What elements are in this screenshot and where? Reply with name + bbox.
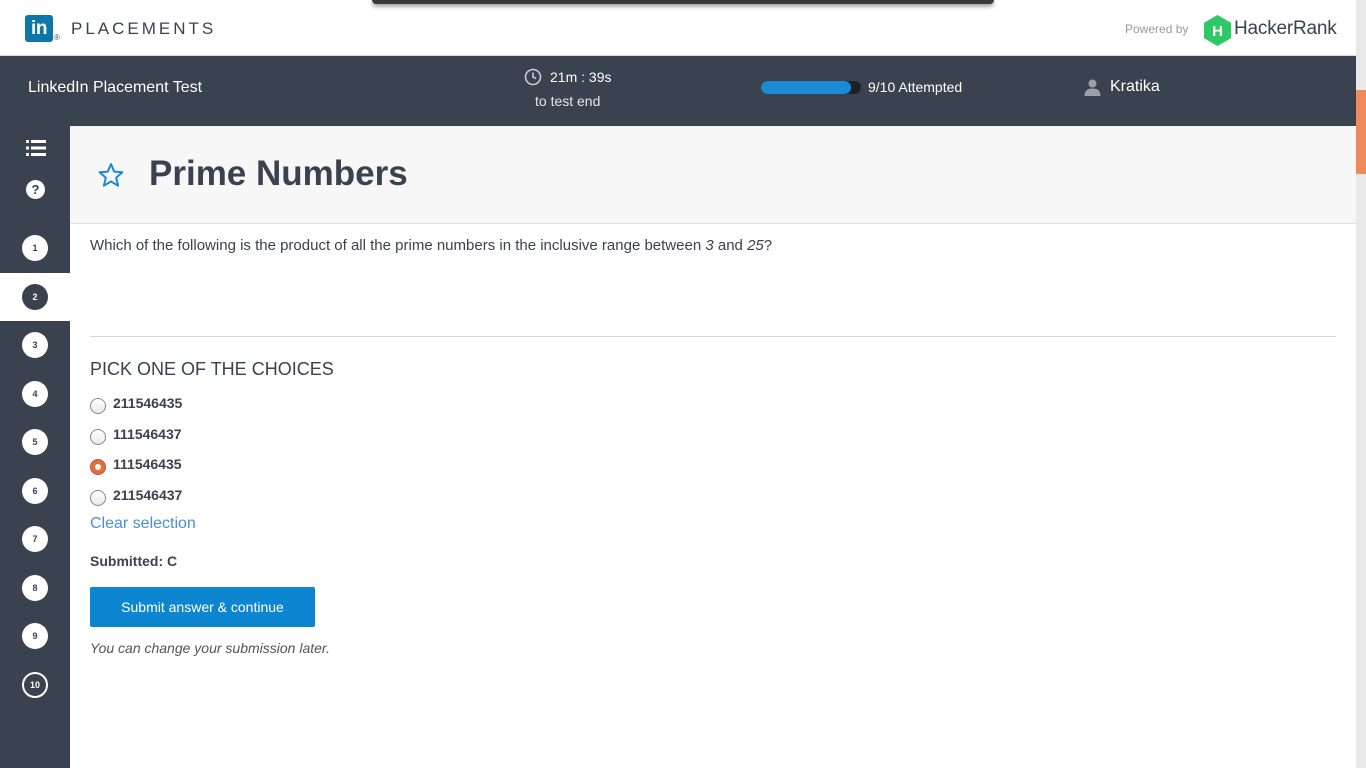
question-nav-item[interactable]: 2 xyxy=(0,272,70,321)
question-nav-item[interactable]: 8 xyxy=(0,564,70,612)
brand-bar: in ® PLACEMENTS Powered by H HackerRank xyxy=(0,0,1356,56)
question-nav-item[interactable]: 6 xyxy=(0,467,70,515)
test-title: LinkedIn Placement Test xyxy=(28,79,203,96)
divider xyxy=(90,336,1336,337)
timer-caption: to test end xyxy=(535,93,601,109)
question-nav-item[interactable]: 10 xyxy=(0,661,70,709)
question-number: 9 xyxy=(22,623,48,649)
choice-label[interactable]: 211546437 xyxy=(113,487,182,503)
question-number: 3 xyxy=(22,332,48,358)
question-nav-item[interactable]: 4 xyxy=(0,370,70,418)
range-start: 3 xyxy=(705,237,714,254)
question-nav-item[interactable]: 3 xyxy=(0,321,70,369)
powered-by-label: Powered by xyxy=(1125,22,1189,36)
submitted-status: Submitted: C xyxy=(90,553,178,569)
choice-label[interactable]: 111546435 xyxy=(113,456,182,472)
progress-fill xyxy=(761,81,851,94)
submit-answer-button[interactable]: Submit answer & continue xyxy=(90,587,315,627)
hackerrank-mark: H xyxy=(1212,23,1223,40)
question-title: Prime Numbers xyxy=(149,154,408,193)
choice-label[interactable]: 211546435 xyxy=(113,395,182,411)
submission-note: You can change your submission later. xyxy=(90,640,330,656)
question-number: 7 xyxy=(22,526,48,552)
choice-radio[interactable] xyxy=(90,490,106,506)
question-text-before: Which of the following is the product of… xyxy=(90,237,706,254)
question-sidebar: ? 1 2 3 4 5 6 7 8 9 10 xyxy=(0,126,70,768)
choice-radio[interactable] xyxy=(90,459,106,475)
partner-name[interactable]: HackerRank xyxy=(1234,18,1337,40)
question-text-after: ? xyxy=(763,237,773,254)
timer-value: 21m : 39s xyxy=(550,69,612,85)
linkedin-logo-icon[interactable]: in xyxy=(25,15,53,42)
question-text: Which of the following is the product of… xyxy=(90,237,772,254)
hackerrank-logo-icon[interactable]: H xyxy=(1204,15,1231,46)
question-number: 5 xyxy=(22,429,48,455)
question-nav-item[interactable]: 5 xyxy=(0,418,70,466)
question-nav-item[interactable]: 9 xyxy=(0,612,70,660)
question-text-mid: and xyxy=(713,237,748,254)
question-number: 4 xyxy=(22,380,48,407)
clear-selection-link[interactable]: Clear selection xyxy=(90,515,196,533)
product-name[interactable]: PLACEMENTS xyxy=(71,19,216,39)
user-icon xyxy=(1084,79,1101,96)
help-icon[interactable]: ? xyxy=(26,180,45,199)
choice-label[interactable]: 111546437 xyxy=(113,426,182,442)
window-edge xyxy=(372,0,994,4)
clock-icon xyxy=(524,68,542,86)
question-number: 8 xyxy=(22,574,48,601)
attempted-progress-bar xyxy=(761,81,861,94)
question-header: Prime Numbers xyxy=(70,126,1356,224)
question-nav-item[interactable]: 1 xyxy=(0,224,70,272)
attempted-count: 9/10 Attempted xyxy=(868,79,963,95)
list-icon[interactable] xyxy=(26,140,46,156)
star-icon[interactable] xyxy=(98,162,124,188)
scrollbar[interactable] xyxy=(1356,0,1366,768)
choice-radio[interactable] xyxy=(90,429,106,445)
question-number: 1 xyxy=(22,235,48,261)
test-header: LinkedIn Placement Test 21m : 39s to tes… xyxy=(0,56,1356,126)
scrollbar-thumb[interactable] xyxy=(1356,90,1366,174)
question-nav-item[interactable]: 7 xyxy=(0,515,70,563)
registered-mark: ® xyxy=(54,33,60,42)
range-end: 25 xyxy=(747,237,764,254)
choice-radio[interactable] xyxy=(90,398,106,414)
user-name[interactable]: Kratika xyxy=(1110,78,1160,96)
question-number: 2 xyxy=(22,283,48,310)
pick-choices-heading: PICK ONE OF THE CHOICES xyxy=(90,359,334,379)
question-number: 10 xyxy=(22,671,48,698)
question-number: 6 xyxy=(22,477,48,504)
